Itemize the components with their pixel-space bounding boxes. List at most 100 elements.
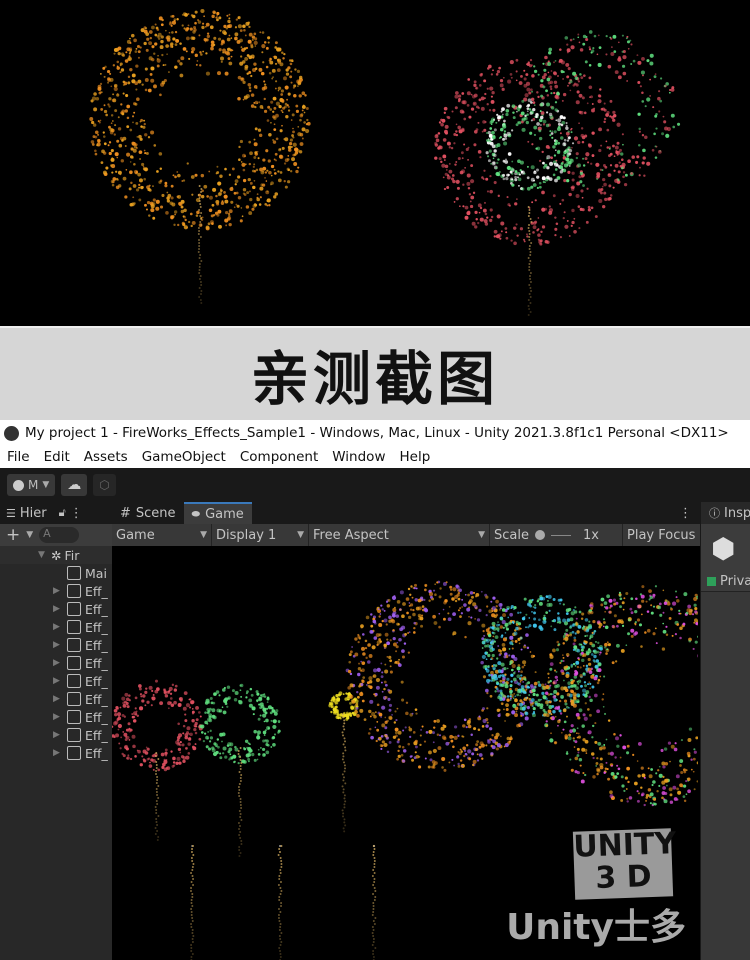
game-toolbar: Game ▼ Display 1 ▼ Free Aspect ▼ Scale 1x Pl… xyxy=(112,524,700,546)
hierarchy-item[interactable]: ▶ Eff_ xyxy=(0,690,112,708)
collab-button[interactable]: ⬡ xyxy=(93,474,116,496)
menu-assets[interactable]: Assets xyxy=(84,449,128,465)
center-tabs: # Scene ⬬ Game ⋮ xyxy=(112,502,700,524)
lock-icon[interactable]: 🔓︎ xyxy=(59,506,66,520)
game-panel: # Scene ⬬ Game ⋮ Game ▼ Display 1 ▼ Free Asp… xyxy=(112,502,700,960)
firework-magenta-gold xyxy=(541,585,698,807)
hierarchy-item[interactable]: ▶ Eff_ xyxy=(0,582,112,600)
rocket-trail xyxy=(371,844,377,960)
game-view-select[interactable]: Game ▼ xyxy=(112,524,212,546)
hierarchy-item[interactable]: ▶ Eff_ xyxy=(0,654,112,672)
scene-icon: ✲ xyxy=(51,547,62,563)
aspect-select[interactable]: Free Aspect ▼ xyxy=(309,524,490,546)
gameobject-cube-icon xyxy=(67,746,81,760)
add-button[interactable]: + xyxy=(6,525,20,545)
hierarchy-tab-label: Hier xyxy=(19,505,47,521)
unity-logo-icon xyxy=(4,425,19,441)
display-value: Display 1 xyxy=(216,527,277,543)
more-icon[interactable]: ⋮ xyxy=(679,506,692,521)
scale-slider[interactable]: Scale 1x xyxy=(490,524,623,546)
expand-arrow-icon[interactable]: ▶ xyxy=(53,640,63,650)
expand-arrow-icon[interactable]: ▼ xyxy=(38,550,48,560)
expand-arrow-icon[interactable]: ▶ xyxy=(53,658,63,668)
hierarchy-item[interactable]: ▶ Eff_ xyxy=(0,672,112,690)
hierarchy-item-label: Eff_ xyxy=(85,583,108,599)
expand-arrow-icon[interactable]: ▶ xyxy=(53,730,63,740)
expand-arrow-icon[interactable]: ▶ xyxy=(53,676,63,686)
hierarchy-item[interactable]: ▶ Eff_ xyxy=(0,618,112,636)
chevron-down-icon: ▼ xyxy=(42,480,50,490)
account-button[interactable]: M ▼ xyxy=(7,474,56,496)
inspector-panel: ⓘ Insp ⬢ Priva xyxy=(700,502,750,960)
gamepad-icon: ⬬ xyxy=(191,508,201,520)
gameobject-cube-icon xyxy=(67,602,81,616)
inspector-tab-label: Insp xyxy=(724,505,750,521)
rocket-trail xyxy=(277,845,283,960)
firework-green xyxy=(199,683,281,857)
private-checkbox[interactable] xyxy=(707,577,716,586)
banner: 亲测截图 xyxy=(0,326,750,420)
hierarchy-item[interactable]: ▶ Eff_ xyxy=(0,744,112,762)
menu-help[interactable]: Help xyxy=(399,449,430,465)
hierarchy-item[interactable]: Mai xyxy=(0,564,112,582)
more-icon[interactable]: ⋮ xyxy=(70,506,83,521)
scene-row[interactable]: ▼ ✲ Fir xyxy=(0,546,112,564)
hierarchy-item-label: Eff_ xyxy=(85,691,108,707)
firework-white-green xyxy=(485,98,575,191)
window-title: My project 1 - FireWorks_Effects_Sample1… xyxy=(25,425,729,441)
firework-red xyxy=(112,679,203,841)
grid-icon: # xyxy=(120,505,131,521)
game-viewport[interactable]: UNITY 3 D Unity士多 xyxy=(112,546,698,960)
tab-scene-label: Scene xyxy=(135,505,176,521)
tab-scene[interactable]: # Scene xyxy=(112,502,184,524)
hierarchy-panel: ☰ Hier 🔓︎ ⋮ + ▼ A ▼ ✲ Fir Mai ▶ Eff_ ▶ Eff_ ▶ Eff… xyxy=(0,502,112,960)
gameobject-cube-icon xyxy=(67,692,81,706)
expand-arrow-icon[interactable]: ▶ xyxy=(53,604,63,614)
chevron-down-icon: ▼ xyxy=(26,530,34,540)
chevron-down-icon: ▼ xyxy=(200,530,207,540)
menu-file[interactable]: File xyxy=(7,449,30,465)
hierarchy-item-label: Eff_ xyxy=(85,619,108,635)
list-icon: ☰ xyxy=(6,506,16,520)
hierarchy-item-label: Eff_ xyxy=(85,637,108,653)
menu-window[interactable]: Window xyxy=(332,449,385,465)
menu-gameobject[interactable]: GameObject xyxy=(142,449,226,465)
firework-yellow xyxy=(328,691,359,833)
menu-component[interactable]: Component xyxy=(240,449,318,465)
slider-track xyxy=(550,534,571,536)
play-focus-select[interactable]: Play Focus xyxy=(623,524,700,546)
play-focus-label: Play Focus xyxy=(627,527,696,543)
info-icon: ⓘ xyxy=(709,507,720,520)
inspector-tab[interactable]: ⓘ Insp xyxy=(701,502,750,524)
slider-handle[interactable] xyxy=(534,530,545,540)
main-toolbar: M ▼ ☁ ⬡ xyxy=(0,468,750,502)
game-select-value: Game xyxy=(116,527,155,543)
expand-arrow-icon[interactable]: ▶ xyxy=(53,748,63,758)
hierarchy-item[interactable]: ▶ Eff_ xyxy=(0,708,112,726)
tab-game-label: Game xyxy=(205,506,244,522)
scale-label: Scale xyxy=(494,527,529,543)
hierarchy-item[interactable]: ▶ Eff_ xyxy=(0,636,112,654)
hierarchy-item[interactable]: ▶ Eff_ xyxy=(0,600,112,618)
menu-edit[interactable]: Edit xyxy=(44,449,70,465)
gameobject-cube-icon xyxy=(67,728,81,742)
expand-arrow-icon[interactable]: ▶ xyxy=(53,712,63,722)
gameobject-cube-icon xyxy=(67,656,81,670)
display-select[interactable]: Display 1 ▼ xyxy=(212,524,309,546)
expand-arrow-icon[interactable]: ▶ xyxy=(53,694,63,704)
hierarchy-item[interactable]: ▶ Eff_ xyxy=(0,726,112,744)
gameobject-cube-icon xyxy=(67,674,81,688)
title-bar: My project 1 - FireWorks_Effects_Sample1… xyxy=(0,420,750,446)
search-input[interactable]: A xyxy=(39,527,80,543)
gameobject-cube-icon xyxy=(67,584,81,598)
gameobject-cube-icon xyxy=(67,638,81,652)
hierarchy-tab[interactable]: ☰ Hier 🔓︎ ⋮ xyxy=(0,502,112,524)
expand-arrow-icon[interactable]: ▶ xyxy=(53,622,63,632)
hierarchy-toolbar: + ▼ A xyxy=(0,524,112,546)
hierarchy-item-label: Eff_ xyxy=(85,745,108,761)
firework-gold xyxy=(89,8,311,304)
banner-title: 亲测截图 xyxy=(250,345,499,413)
tab-game[interactable]: ⬬ Game xyxy=(183,502,252,524)
expand-arrow-icon[interactable]: ▶ xyxy=(53,586,63,596)
cloud-button[interactable]: ☁ xyxy=(61,474,88,496)
